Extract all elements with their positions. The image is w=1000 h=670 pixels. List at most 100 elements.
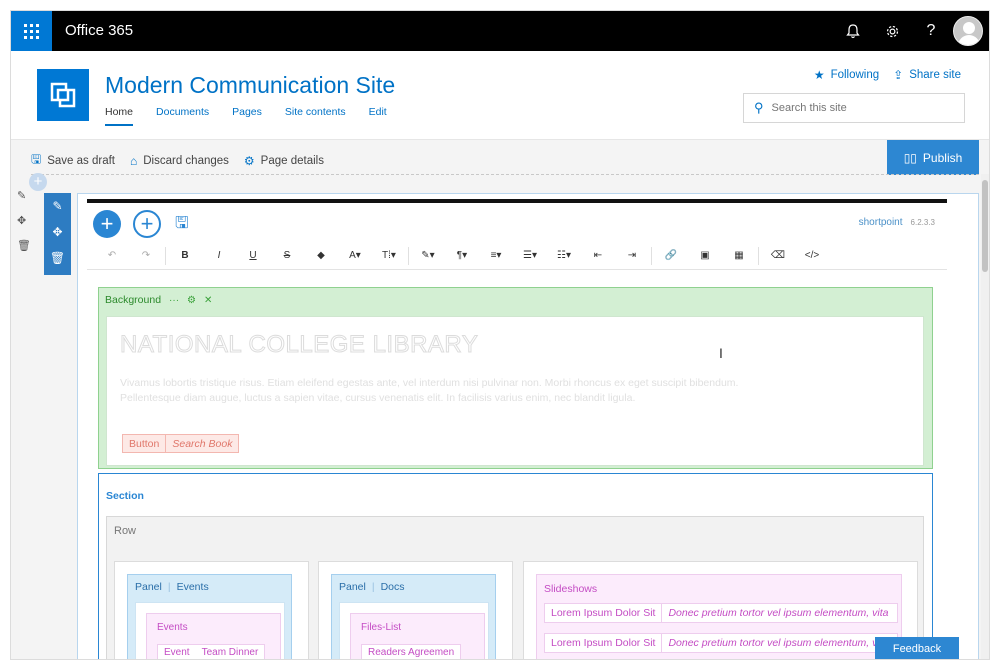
more-icon[interactable]: ··· xyxy=(169,295,179,306)
underline-button[interactable]: U xyxy=(236,250,270,261)
redo-icon[interactable]: ↷ xyxy=(129,250,163,261)
eraser-icon[interactable]: ⌫ xyxy=(761,250,795,261)
undo-icon[interactable]: ↶ xyxy=(95,250,129,261)
bold-button[interactable]: B xyxy=(168,250,202,261)
following-button[interactable]: ★ Following xyxy=(814,68,879,82)
feedback-button[interactable]: Feedback xyxy=(875,637,959,659)
publish-button[interactable]: ▯▯ Publish xyxy=(887,140,979,175)
close-icon[interactable]: ✕ xyxy=(204,295,212,306)
panel-header: Panel | Events xyxy=(135,581,209,593)
event-item[interactable]: Event Team Dinner xyxy=(157,644,266,659)
add-element-button[interactable]: + xyxy=(93,210,121,238)
column-slideshows[interactable]: Slideshows Lorem Ipsum Dolor Sit Donec p… xyxy=(523,561,918,659)
nav-edit[interactable]: Edit xyxy=(369,106,387,126)
settings-icon[interactable]: ⚙ xyxy=(187,295,196,306)
delete-icon[interactable]: 🗑 xyxy=(17,239,31,252)
table-icon[interactable]: ▦ xyxy=(722,250,756,261)
row-element[interactable]: Row Panel | Events Events Event Team Din… xyxy=(106,516,924,659)
slideshows-element[interactable]: Slideshows Lorem Ipsum Dolor Sit Donec p… xyxy=(536,574,902,659)
panel-name: Events xyxy=(176,581,209,593)
search-icon: ⚲ xyxy=(754,100,764,115)
numbered-list-dropdown[interactable]: ☰▾ xyxy=(513,250,547,261)
app-launcher-button[interactable] xyxy=(11,11,52,51)
scrollbar-thumb[interactable] xyxy=(982,180,988,272)
add-section-button[interactable]: + xyxy=(133,210,161,238)
nav-home[interactable]: Home xyxy=(105,106,134,126)
delete-webpart-icon[interactable]: 🗑 xyxy=(50,251,65,265)
files-list-label: Files-List xyxy=(361,622,402,633)
events-list[interactable]: Events Event Team Dinner xyxy=(146,613,281,659)
discard-changes-button[interactable]: ⌂ Discard changes xyxy=(130,150,229,171)
panel-docs[interactable]: Panel | Docs Files-List Readers Agreemen xyxy=(331,574,496,659)
share-site-button[interactable]: ⇪ Share site xyxy=(893,68,961,82)
slide-text: Donec pretium tortor vel ipsum elementum… xyxy=(661,634,894,652)
align-dropdown[interactable]: ≡▾ xyxy=(479,250,513,261)
save-as-draft-label: Save as draft xyxy=(47,154,115,167)
add-section-icon[interactable]: + xyxy=(29,173,47,191)
slideshows-label: Slideshows xyxy=(544,583,598,595)
site-navigation: Home Documents Pages Site contents Edit xyxy=(105,106,410,126)
site-header: Modern Communication Site Home Documents… xyxy=(11,51,989,139)
paragraph-dropdown[interactable]: ¶▾ xyxy=(445,250,479,261)
files-list[interactable]: Files-List Readers Agreemen xyxy=(350,613,485,659)
move-webpart-icon[interactable]: ✥ xyxy=(52,225,62,239)
code-icon[interactable]: </> xyxy=(795,250,829,261)
save-icon[interactable]: 🖫 xyxy=(175,212,189,239)
search-book-button[interactable]: Button Search Book xyxy=(122,434,240,453)
panel-events[interactable]: Panel | Events Events Event Team Dinner xyxy=(127,574,292,659)
text-color-icon[interactable]: ◆ xyxy=(304,250,338,261)
site-logo[interactable] xyxy=(37,69,89,121)
site-title[interactable]: Modern Communication Site xyxy=(105,72,395,99)
suite-title[interactable]: Office 365 xyxy=(65,22,133,39)
highlight-dropdown[interactable]: ✎▾ xyxy=(411,250,445,261)
bullet-list-dropdown[interactable]: ☷▾ xyxy=(547,250,581,261)
help-icon[interactable]: ? xyxy=(912,11,950,51)
edit-webpart-icon[interactable]: ✎ xyxy=(52,199,62,213)
column-events[interactable]: Panel | Events Events Event Team Dinner xyxy=(114,561,309,659)
move-icon[interactable]: ✥ xyxy=(17,214,31,227)
background-element[interactable]: Background ··· ⚙ ✕ NATIONAL COLLEGE LIBR… xyxy=(98,287,933,469)
search-input[interactable] xyxy=(771,102,942,114)
section-element[interactable]: Section Row Panel | Events Events Event … xyxy=(98,473,933,659)
save-icon: 🖫 xyxy=(31,152,42,166)
column-docs[interactable]: Panel | Docs Files-List Readers Agreemen xyxy=(318,561,513,659)
avatar[interactable] xyxy=(953,16,983,46)
italic-button[interactable]: I xyxy=(202,250,236,261)
link-icon[interactable]: 🔗 xyxy=(654,250,688,261)
slide-title: Lorem Ipsum Dolor Sit xyxy=(551,607,656,619)
file-item[interactable]: Readers Agreemen xyxy=(361,644,462,659)
share-site-label: Share site xyxy=(909,69,961,81)
command-bar: 🖫 Save as draft ⌂ Discard changes ⚙ Page… xyxy=(11,139,989,175)
site-search-box[interactable]: ⚲ xyxy=(743,93,965,123)
slide-item[interactable]: Lorem Ipsum Dolor Sit Donec pretium tort… xyxy=(544,603,898,623)
text-formatting-toolbar: ↶ ↷ B I U S ◆ A▾ T⁞▾ ✎▾ ¶▾ ≡▾ ☰▾ ☷▾ ⇤ ⇥ … xyxy=(87,242,947,270)
outdent-icon[interactable]: ⇤ xyxy=(581,250,615,261)
background-content: NATIONAL COLLEGE LIBRARY Vivamus loborti… xyxy=(106,316,924,466)
edit-note-icon[interactable]: ✎ xyxy=(17,189,31,202)
panel-header: Panel | Docs xyxy=(339,581,405,593)
indent-icon[interactable]: ⇥ xyxy=(615,250,649,261)
discard-changes-label: Discard changes xyxy=(143,154,229,167)
text-cursor-icon: I xyxy=(719,345,723,361)
font-size-dropdown[interactable]: T⁞▾ xyxy=(372,250,406,261)
slide-item[interactable]: Lorem Ipsum Dolor Sit Donec pretium tort… xyxy=(544,633,898,653)
webpart-canvas: + + 🖫 shortpoint 6.2.3.3 ↶ ↷ B I U S ◆ A… xyxy=(77,193,979,659)
image-icon[interactable]: ▣ xyxy=(688,250,722,261)
page-details-label: Page details xyxy=(260,154,324,167)
events-list-label: Events xyxy=(157,622,188,633)
page-details-button[interactable]: ⚙ Page details xyxy=(244,150,324,171)
nav-site-contents[interactable]: Site contents xyxy=(285,106,346,126)
slide-text: Donec pretium tortor vel ipsum elementum… xyxy=(661,604,894,622)
following-label: Following xyxy=(830,69,880,81)
book-icon: ▯▯ xyxy=(903,150,917,165)
gear-icon[interactable] xyxy=(873,11,911,51)
save-as-draft-button[interactable]: 🖫 Save as draft xyxy=(31,150,115,171)
page-scrollbar[interactable] xyxy=(981,174,989,659)
shortpoint-brand: shortpoint 6.2.3.3 xyxy=(859,217,935,228)
background-label: Background xyxy=(105,294,162,306)
nav-documents[interactable]: Documents xyxy=(156,106,209,126)
font-dropdown[interactable]: A▾ xyxy=(338,250,372,261)
nav-pages[interactable]: Pages xyxy=(232,106,262,126)
strikethrough-button[interactable]: S xyxy=(270,250,304,261)
bell-icon[interactable] xyxy=(834,11,872,51)
